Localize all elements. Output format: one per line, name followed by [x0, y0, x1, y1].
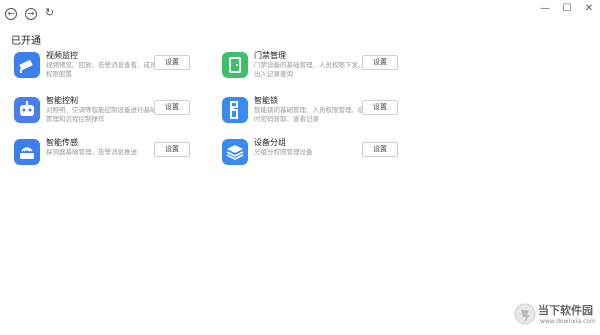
- door-icon: [222, 52, 248, 78]
- robot-icon: [14, 97, 40, 123]
- service-desc: 分组分权限管理设备: [254, 148, 313, 156]
- service-desc: 探测器基础管理，告警消息推送: [46, 148, 137, 156]
- service-desc: 智能锁的基础管理、人员权限管理、临时密码获取、查看记录: [254, 106, 365, 123]
- service-desc: 门禁设备的基础管理、人员权限下发、出入记录查询: [254, 61, 365, 78]
- settings-button[interactable]: 设置: [362, 55, 398, 70]
- section-title: 已开通: [11, 36, 41, 47]
- settings-button[interactable]: 设置: [362, 100, 398, 115]
- sensor-icon: [14, 139, 40, 165]
- watermark-text: 当下软件园: [538, 304, 593, 317]
- service-desc: 对照明、空调等智能控制设备进行基础管理和远程控制操作: [46, 106, 157, 123]
- layers-icon: [222, 139, 248, 165]
- service-name: 智能锁: [254, 96, 278, 105]
- settings-button[interactable]: 设置: [154, 55, 190, 70]
- service-card-smart-sensor: 智能传感 探测器基础管理，告警消息推送 设置: [14, 138, 194, 173]
- service-name: 设备分组: [254, 138, 286, 147]
- refresh-icon[interactable]: ↻: [45, 7, 54, 19]
- watermark: 当下软件园 www.downxia.com: [508, 298, 600, 332]
- lock-icon: [222, 97, 248, 123]
- service-card-smart-lock: 智能锁 智能锁的基础管理、人员权限管理、临时密码获取、查看记录 设置: [222, 96, 402, 131]
- title-bar: ← → ↻ — ☐ ✕: [0, 0, 600, 26]
- service-card-smart-control: 智能控制 对照明、空调等智能控制设备进行基础管理和远程控制操作 设置: [14, 96, 194, 131]
- service-name: 智能传感: [46, 138, 78, 147]
- service-card-video: 视频监控 视频预览、回放、告警消息查看、成员权限配置 设置: [14, 51, 194, 86]
- watermark-url: www.downxia.com: [540, 318, 596, 325]
- watermark-logo-icon: [514, 303, 536, 325]
- minimize-icon[interactable]: —: [536, 2, 554, 16]
- camera-icon: [14, 52, 40, 78]
- service-name: 门禁管理: [254, 51, 286, 60]
- service-desc: 视频预览、回放、告警消息查看、成员权限配置: [46, 61, 157, 78]
- service-name: 智能控制: [46, 96, 78, 105]
- service-card-door: 门禁管理 门禁设备的基础管理、人员权限下发、出入记录查询 设置: [222, 51, 402, 86]
- forward-icon[interactable]: →: [25, 8, 37, 20]
- back-icon[interactable]: ←: [5, 8, 17, 20]
- service-card-device-group: 设备分组 分组分权限管理设备 设置: [222, 138, 402, 173]
- close-icon[interactable]: ✕: [580, 2, 598, 16]
- settings-button[interactable]: 设置: [154, 100, 190, 115]
- service-name: 视频监控: [46, 51, 78, 60]
- settings-button[interactable]: 设置: [154, 142, 190, 157]
- settings-button[interactable]: 设置: [362, 142, 398, 157]
- maximize-icon[interactable]: ☐: [558, 2, 576, 16]
